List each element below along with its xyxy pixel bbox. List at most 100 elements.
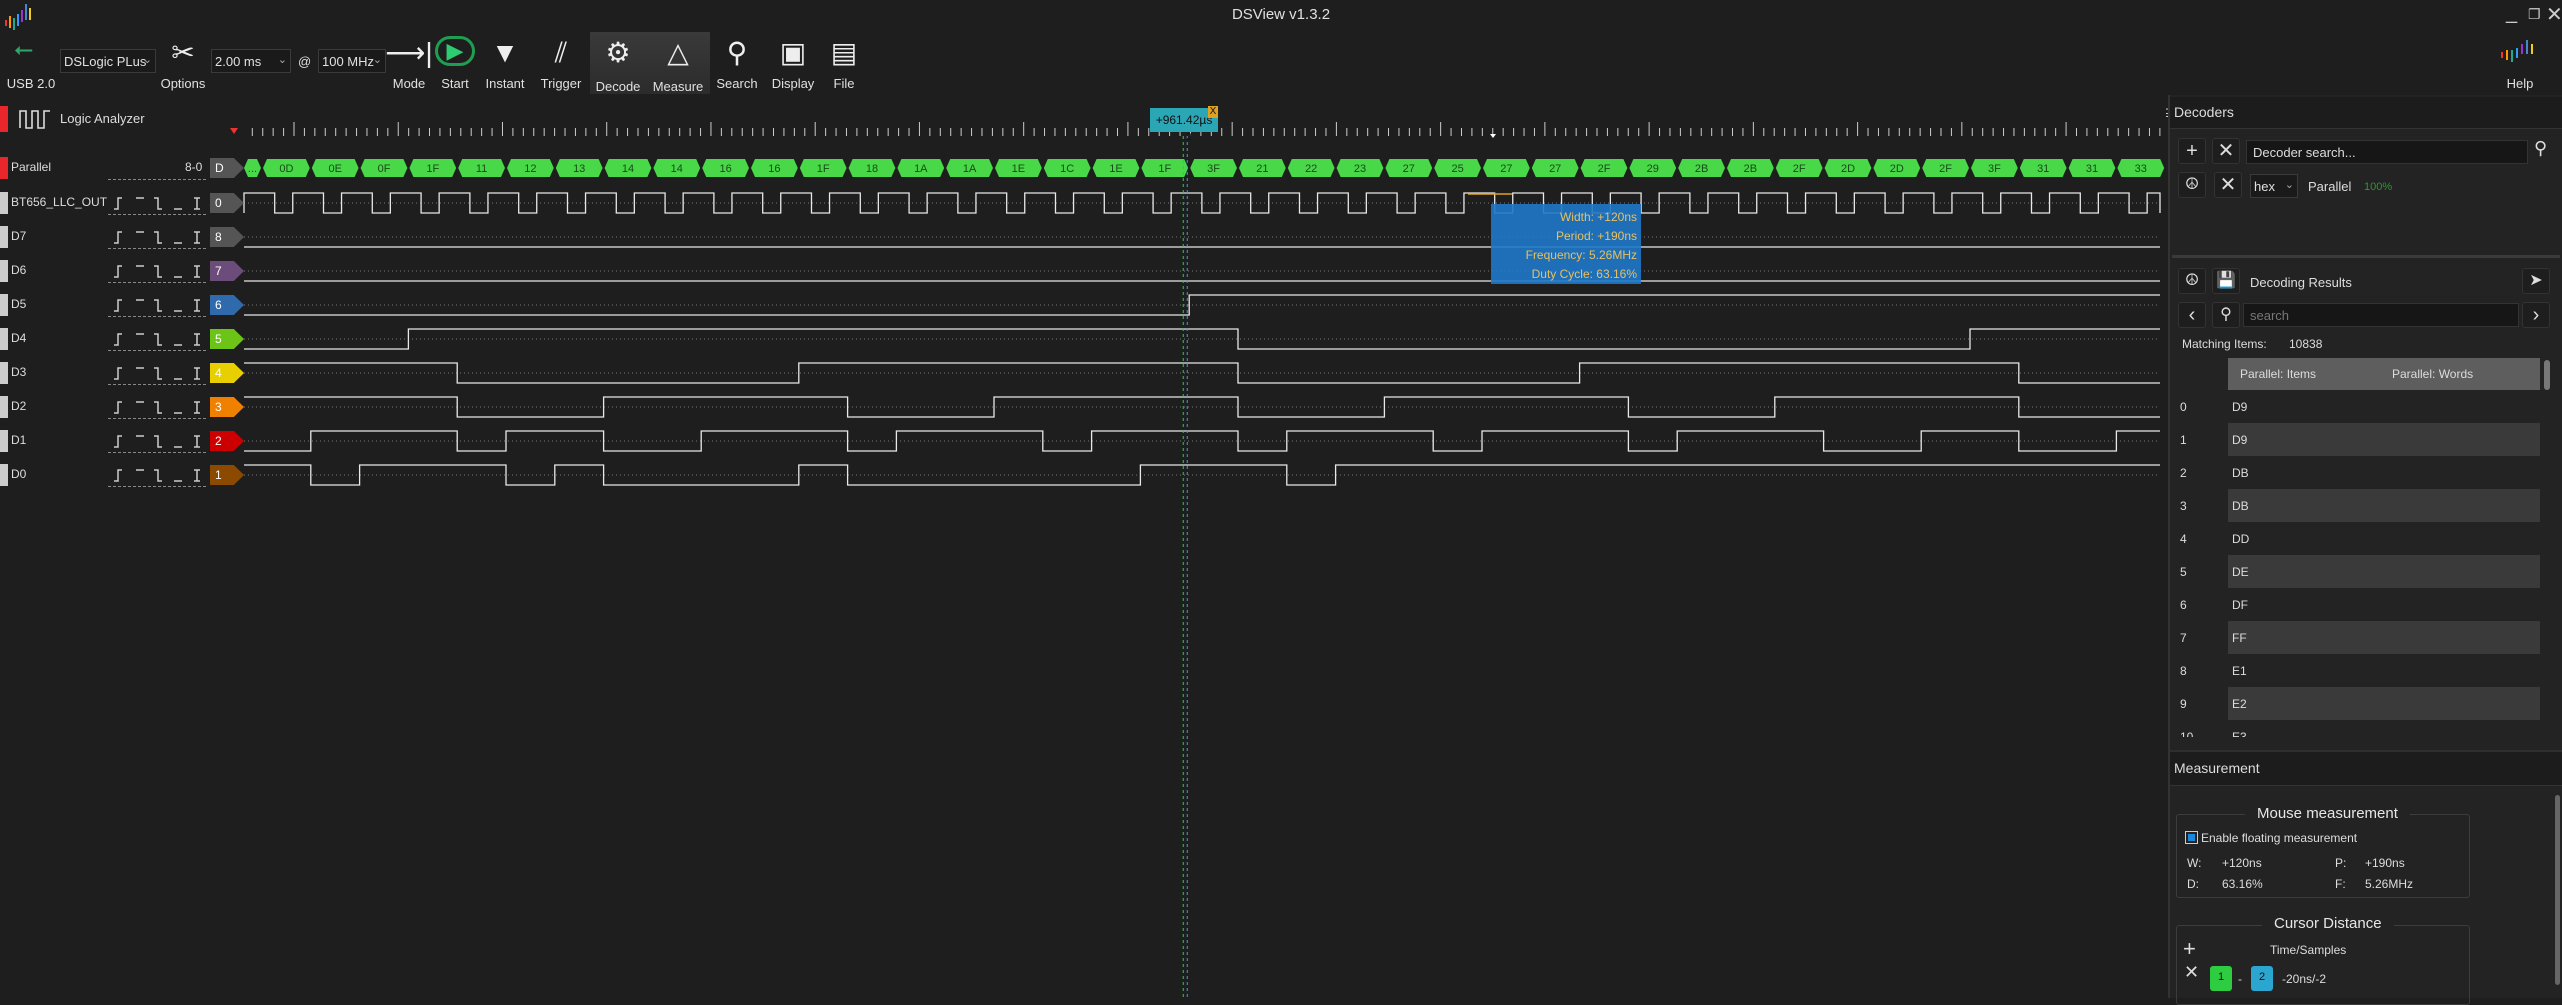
next-result-button[interactable]: › <box>2522 302 2550 328</box>
goto-icon[interactable]: ➤ <box>2522 268 2550 294</box>
help-button[interactable]: Help <box>2485 76 2555 91</box>
trigger-edge-icons[interactable] <box>112 331 204 347</box>
decoder-search-input[interactable]: Decoder search... <box>2246 140 2528 164</box>
cursor-index-label: 2 <box>1186 132 1192 143</box>
decode-segment-label: 2F <box>1793 163 1806 175</box>
results-options-icon[interactable]: ☮ <box>2178 268 2206 294</box>
decode-segment-label: 3F <box>1207 163 1220 175</box>
cursor-distance-group <box>2176 925 2470 1005</box>
remove-decoder-button[interactable]: ✕ <box>2212 138 2240 164</box>
trigger-edge-icons[interactable] <box>112 263 204 279</box>
result-row[interactable]: 5 DE <box>2172 555 2542 588</box>
trigger-edge-icons[interactable] <box>112 365 204 381</box>
minimize-button[interactable]: _ <box>2506 2 2517 25</box>
channel-name[interactable]: D5 <box>11 297 26 311</box>
save-icon[interactable]: 💾 <box>2212 268 2240 294</box>
close-button[interactable]: ✕ <box>2546 2 2562 27</box>
channel-color-marker <box>0 464 8 486</box>
trigger-options <box>112 263 204 282</box>
channel-name[interactable]: D7 <box>11 229 26 243</box>
trigger-edge-icons[interactable] <box>112 297 204 313</box>
results-table-body: 0 D9 1 D9 2 DB 3 DB 4 DD 5 DE 6 DF 7 FF 8 E1 9 E2 10 E3 <box>2172 390 2542 737</box>
result-row[interactable]: 7 FF <box>2172 621 2542 654</box>
decode-segment-label: 27 <box>1549 163 1561 175</box>
channel-name[interactable]: D4 <box>11 331 26 345</box>
result-row[interactable]: 9 E2 <box>2172 687 2542 720</box>
p-label: P: <box>2335 856 2347 870</box>
result-row[interactable]: 1 D9 <box>2172 423 2542 456</box>
prev-result-button[interactable]: ‹ <box>2178 302 2206 328</box>
results-search-input[interactable]: search <box>2243 303 2519 327</box>
channel-name[interactable]: Parallel <box>11 160 51 174</box>
decode-segment-label: 2F <box>1598 163 1611 175</box>
result-row[interactable]: 10 E3 <box>2172 720 2542 737</box>
decode-segment-label: 1C <box>1060 163 1074 175</box>
cursor-1-badge[interactable]: 1 <box>2210 966 2232 991</box>
trigger-edge-icons[interactable] <box>112 229 204 245</box>
channel-name[interactable]: D1 <box>11 433 26 447</box>
panel-splitter[interactable] <box>2172 255 2560 258</box>
add-cursor-button[interactable]: + <box>2183 936 2196 962</box>
decode-segment-label: 12 <box>524 163 536 175</box>
channel-name[interactable]: BT656_LLC_OUT <box>11 195 107 209</box>
trigger-edge-icons[interactable] <box>112 433 204 449</box>
decode-segment-label: 0D <box>279 163 293 175</box>
trigger-options <box>112 467 204 486</box>
decoder-progress: 100% <box>2364 181 2393 193</box>
trigger-options <box>112 297 204 316</box>
result-row[interactable]: 2 DB <box>2172 456 2542 489</box>
decoder-options-icon[interactable]: ☮ <box>2178 172 2206 198</box>
results-scrollbar[interactable] <box>2544 360 2550 390</box>
delete-decoder-button[interactable]: ✕ <box>2214 172 2242 198</box>
channel-name[interactable]: D3 <box>11 365 26 379</box>
decode-segment-label: 16 <box>719 163 731 175</box>
enable-floating-checkbox[interactable] <box>2185 831 2198 844</box>
time-samples-label: Time/Samples <box>2270 943 2347 957</box>
decode-segment-label: 27 <box>1403 163 1415 175</box>
column-items[interactable]: Parallel: Items <box>2240 367 2316 381</box>
decode-segment-label: 1F <box>817 163 830 175</box>
result-row[interactable]: 8 E1 <box>2172 654 2542 687</box>
decode-segment-label: 25 <box>1451 163 1463 175</box>
trigger-options <box>112 433 204 452</box>
trigger-options <box>112 365 204 384</box>
result-index: 5 <box>2180 565 2187 579</box>
tooltip-period: Period: +190ns <box>1555 229 1637 243</box>
format-select[interactable]: hex ⌄ <box>2250 174 2298 198</box>
remove-cursor-button[interactable]: ✕ <box>2184 962 2199 983</box>
trigger-edge-icons[interactable] <box>112 467 204 483</box>
column-words[interactable]: Parallel: Words <box>2392 367 2473 381</box>
trigger-edge-icons[interactable] <box>112 195 204 211</box>
trigger-options <box>112 331 204 350</box>
result-index: 8 <box>2180 664 2187 678</box>
channel-underline <box>108 384 206 385</box>
cursor-dash: - <box>2238 972 2242 986</box>
result-row[interactable]: 3 DB <box>2172 489 2542 522</box>
channel-underline <box>108 418 206 419</box>
waveform-view[interactable]: ... 0D 0E 0F 1F 11 12 13 14 14 16 16 1F 18 1A 1A 1E 1C 1E 1… <box>0 0 2166 998</box>
result-row[interactable]: 0 D9 <box>2172 390 2542 423</box>
cursor-2-badge[interactable]: 2 <box>2251 966 2273 991</box>
result-value: DE <box>2228 555 2540 588</box>
trigger-options <box>112 195 204 214</box>
restore-button[interactable]: ❐ <box>2528 6 2541 23</box>
search-icon[interactable]: ⚲ <box>2534 138 2547 159</box>
measurement-scrollbar[interactable] <box>2555 795 2560 985</box>
result-row[interactable]: 4 DD <box>2172 522 2542 555</box>
decode-segment-label: 3F <box>1988 163 2001 175</box>
channel-name[interactable]: D2 <box>11 399 26 413</box>
channel-name[interactable]: D0 <box>11 467 26 481</box>
result-value: DB <box>2228 489 2540 522</box>
trigger-options <box>112 399 204 418</box>
channel-color-marker <box>0 430 8 452</box>
result-row[interactable]: 6 DF <box>2172 588 2542 621</box>
cursor-x-marker[interactable]: X <box>1208 106 1218 118</box>
decode-segment-label: 2D <box>1890 163 1904 175</box>
channel-underline <box>108 350 206 351</box>
decode-segment-label: 21 <box>1256 163 1268 175</box>
add-decoder-button[interactable]: + <box>2178 138 2206 164</box>
channel-name[interactable]: D6 <box>11 263 26 277</box>
trigger-edge-icons[interactable] <box>112 399 204 415</box>
parallel-range: 8-0 <box>185 160 203 174</box>
result-index: 6 <box>2180 598 2187 612</box>
